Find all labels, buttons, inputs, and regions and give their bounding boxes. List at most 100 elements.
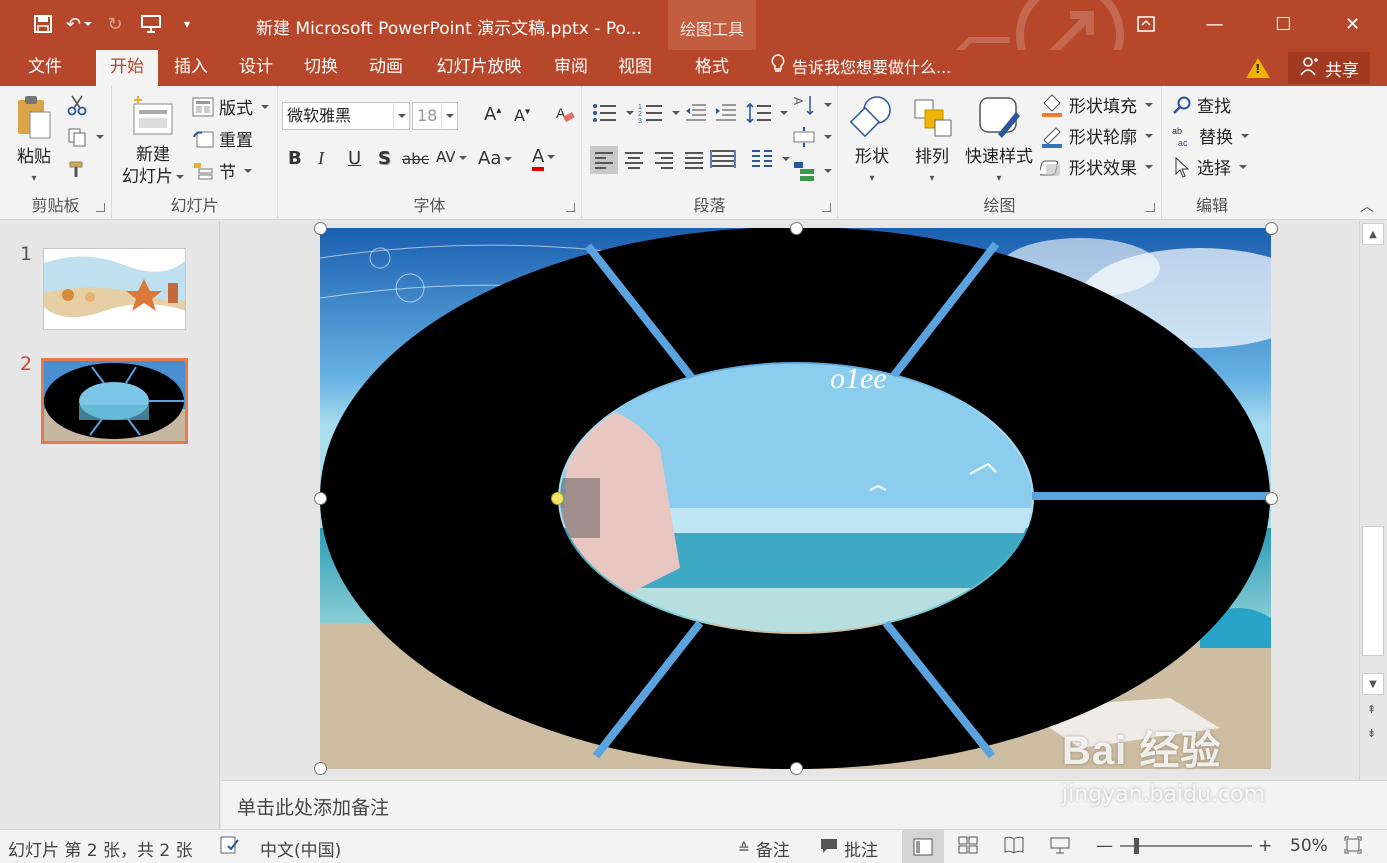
change-case-button[interactable]: Aa <box>478 148 513 169</box>
tab-design[interactable]: 设计 <box>225 50 287 86</box>
justify-button[interactable] <box>680 146 708 174</box>
comments-button[interactable]: 批注 <box>820 836 878 861</box>
shape-effects-button[interactable]: 形状效果 <box>1040 154 1153 179</box>
resize-handle-top-left[interactable] <box>314 222 327 235</box>
new-slide-button[interactable]: 新建 幻灯片 <box>118 94 188 188</box>
ribbon-display-options-icon[interactable] <box>1111 0 1180 48</box>
quick-styles-button[interactable]: 快速样式 ▾ <box>960 94 1038 190</box>
scroll-thumb[interactable] <box>1362 526 1384 656</box>
increase-indent-icon[interactable] <box>714 102 738 124</box>
tell-me-box[interactable]: 告诉我您想要做什么... <box>770 50 951 86</box>
resize-handle-bottom-left[interactable] <box>314 762 327 775</box>
zoom-level[interactable]: 50% <box>1290 836 1328 856</box>
resize-handle-top[interactable] <box>790 222 803 235</box>
notes-button[interactable]: ≙ 备注 <box>738 836 790 862</box>
numbering-icon[interactable]: 123 <box>638 102 680 124</box>
font-launcher[interactable] <box>566 203 575 212</box>
shadow-button[interactable]: S <box>378 148 391 169</box>
slide-thumbnail-1[interactable] <box>43 248 186 330</box>
customize-qat-icon[interactable]: ▾ <box>172 10 202 38</box>
collapse-ribbon-icon[interactable]: ︿ <box>1360 196 1374 216</box>
undo-icon[interactable]: ↶ <box>64 10 94 38</box>
vertical-scrollbar[interactable]: ▲ ▼ ⇞ ⇟ <box>1359 221 1387 780</box>
zoom-slider[interactable] <box>1120 845 1252 847</box>
language-indicator[interactable]: 中文(中国) <box>260 836 341 861</box>
slideshow-view-icon[interactable] <box>1050 836 1070 854</box>
layout-button[interactable]: 版式 <box>192 94 269 119</box>
normal-view-icon[interactable] <box>902 830 944 863</box>
spell-check-icon[interactable] <box>220 836 240 854</box>
font-name-combo[interactable]: 微软雅黑 <box>282 102 410 130</box>
scroll-up-icon[interactable]: ▲ <box>1362 223 1384 245</box>
smartart-icon[interactable] <box>792 160 832 182</box>
tab-slideshow[interactable]: 幻灯片放映 <box>424 50 534 86</box>
font-size-combo[interactable]: 18 <box>412 102 458 130</box>
format-painter-icon[interactable] <box>66 158 88 180</box>
line-spacing-icon[interactable] <box>746 102 788 124</box>
align-center-button[interactable] <box>620 146 648 174</box>
grow-font-icon[interactable]: A▴ <box>484 104 501 125</box>
align-text-icon[interactable] <box>792 126 832 148</box>
resize-handle-right[interactable] <box>1265 492 1278 505</box>
resize-handle-left[interactable] <box>314 492 327 505</box>
zoom-out-button[interactable]: — <box>1096 836 1113 856</box>
replace-button[interactable]: ab ac 替换 <box>1172 123 1249 148</box>
start-slideshow-icon[interactable] <box>136 10 166 38</box>
character-spacing-button[interactable]: AV <box>436 148 467 166</box>
tab-animations[interactable]: 动画 <box>355 50 417 86</box>
cut-icon[interactable] <box>66 94 88 116</box>
tab-format[interactable]: 格式 <box>680 50 744 86</box>
arrange-button[interactable]: 排列 ▾ <box>904 94 960 190</box>
italic-button[interactable]: I <box>318 148 324 169</box>
adjustment-handle[interactable] <box>551 492 564 505</box>
select-button[interactable]: 选择 <box>1172 154 1247 179</box>
clear-formatting-icon[interactable]: A <box>554 102 576 131</box>
maximize-icon[interactable]: ☐ <box>1249 0 1318 48</box>
resize-handle-top-right[interactable] <box>1265 222 1278 235</box>
scroll-down-icon[interactable]: ▼ <box>1362 673 1384 695</box>
paste-button[interactable]: 粘贴 ▾ <box>10 94 58 190</box>
align-right-button[interactable] <box>650 146 678 174</box>
font-color-button[interactable]: A <box>532 146 556 171</box>
slide-thumbnail-2[interactable] <box>41 358 188 444</box>
clipboard-launcher[interactable] <box>96 203 105 212</box>
save-icon[interactable] <box>28 10 58 38</box>
warning-icon[interactable]: ! <box>1246 58 1270 78</box>
redo-icon[interactable]: ↻ <box>100 10 130 38</box>
text-direction-icon[interactable]: A <box>792 94 832 116</box>
fit-slide-icon[interactable] <box>1344 836 1362 854</box>
next-slide-icon[interactable]: ⇟ <box>1367 727 1376 740</box>
bullets-icon[interactable] <box>592 102 634 124</box>
shrink-font-icon[interactable]: A▾ <box>514 106 530 125</box>
share-button[interactable]: 共享 <box>1288 52 1370 84</box>
bold-button[interactable]: B <box>288 148 302 169</box>
underline-button[interactable]: U <box>348 148 361 169</box>
columns-icon[interactable] <box>750 148 790 170</box>
reading-view-icon[interactable] <box>1004 836 1024 854</box>
copy-icon[interactable] <box>66 126 104 148</box>
section-button[interactable]: 节 <box>192 158 252 183</box>
tab-file[interactable]: 文件 <box>14 50 76 86</box>
tab-review[interactable]: 审阅 <box>540 50 602 86</box>
resize-handle-bottom[interactable] <box>790 762 803 775</box>
close-icon[interactable]: ✕ <box>1318 0 1387 48</box>
shape-fill-button[interactable]: 形状填充 <box>1040 92 1153 117</box>
tab-view[interactable]: 视图 <box>604 50 666 86</box>
zoom-in-button[interactable]: + <box>1258 836 1272 856</box>
paragraph-launcher[interactable] <box>822 203 831 212</box>
previous-slide-icon[interactable]: ⇞ <box>1367 703 1376 716</box>
distributed-icon[interactable] <box>710 148 736 170</box>
decrease-indent-icon[interactable] <box>684 102 708 124</box>
zoom-slider-thumb[interactable] <box>1134 838 1139 854</box>
minimize-icon[interactable]: — <box>1180 0 1249 48</box>
tab-insert[interactable]: 插入 <box>160 50 222 86</box>
shape-outline-button[interactable]: 形状轮廓 <box>1040 123 1153 148</box>
slide-sorter-view-icon[interactable] <box>958 836 978 854</box>
drawing-launcher[interactable] <box>1146 203 1155 212</box>
tab-home[interactable]: 开始 <box>96 50 158 86</box>
reset-button[interactable]: 重置 <box>192 126 253 151</box>
find-button[interactable]: 查找 <box>1172 92 1231 117</box>
slide-canvas[interactable]: o1ee <box>320 228 1271 769</box>
align-left-button[interactable] <box>590 146 618 174</box>
tab-transitions[interactable]: 切换 <box>290 50 352 86</box>
